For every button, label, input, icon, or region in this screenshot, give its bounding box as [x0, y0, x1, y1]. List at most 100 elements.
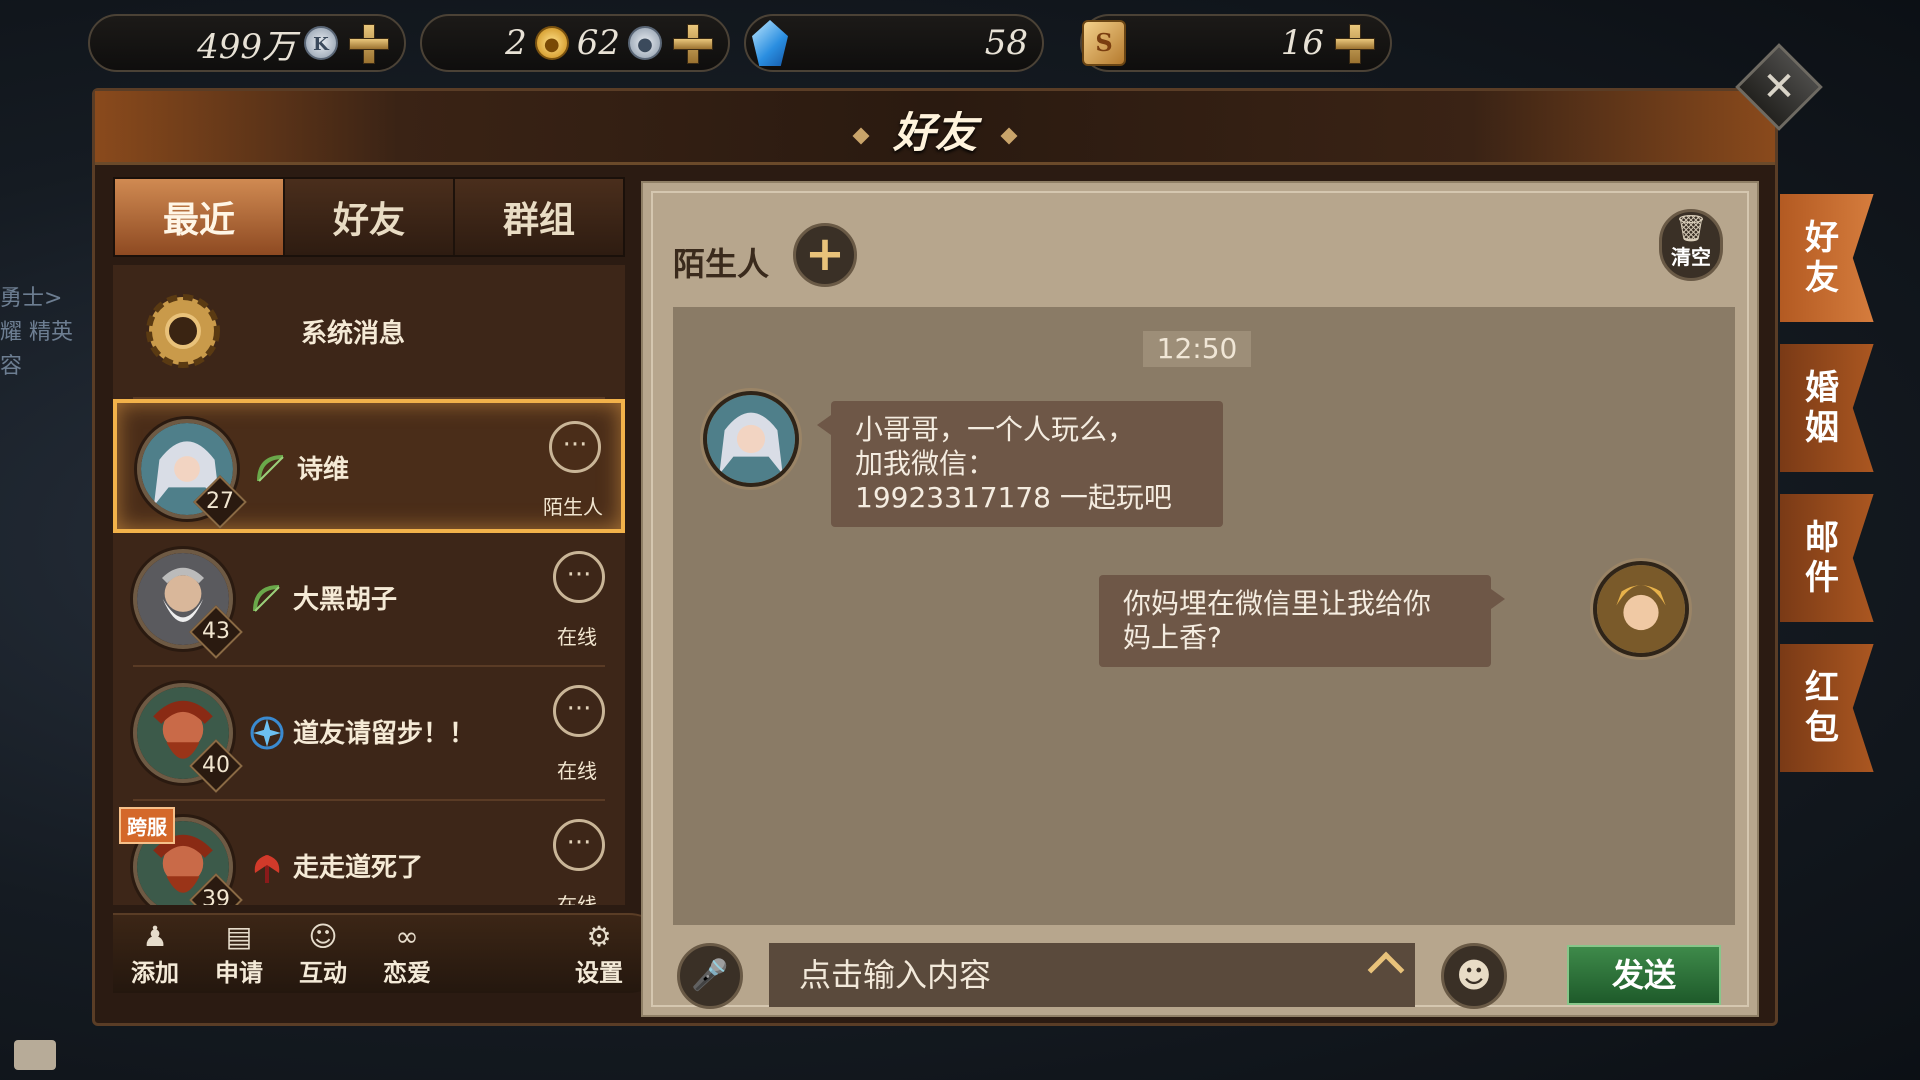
incoming-message: 小哥哥，一个人玩么， 加我微信： 19923317178 一起玩吧 [817, 401, 1223, 527]
diamond-gem-icon [752, 20, 788, 66]
ticket-scroll-icon: S [1082, 20, 1126, 66]
friends-panel: 好友 最近 好友 群组 系统消息 27 诗维 ··· 陌生人 43 大黑胡子 ·… [92, 88, 1778, 1026]
more-options-button[interactable]: ··· [553, 819, 605, 871]
side-tab-label: 婚姻 [1805, 368, 1839, 448]
peek-line: 勇士> [0, 286, 63, 311]
message-input[interactable] [769, 943, 1415, 1007]
message-history[interactable]: 12:50 小哥哥，一个人玩么， 加我微信： 19923317178 一起玩吧 … [673, 307, 1735, 925]
message-line: 加我微信： [855, 447, 996, 480]
add-user-icon: ♟ [142, 919, 168, 953]
friends-toolbar: ♟ 添加 ▤ 申请 ☺ 互动 ∞ 恋爱 ⚙ 设置 [113, 913, 669, 993]
add-tickets-button[interactable] [1332, 21, 1376, 65]
side-tab-mail[interactable]: 邮件 [1780, 494, 1874, 622]
contact-list[interactable]: 系统消息 27 诗维 ··· 陌生人 43 大黑胡子 ··· 在线 40 道友请… [113, 265, 625, 905]
more-options-button[interactable]: ··· [549, 421, 601, 473]
microphone-icon[interactable]: 🎤 [677, 943, 743, 1009]
rings-icon: ∞ [395, 919, 419, 953]
more-options-button[interactable]: ··· [553, 551, 605, 603]
level-value: 43 [202, 619, 230, 644]
gold-coin-icon: ● [534, 26, 569, 60]
chat-area: 陌生人 + 🗑 清空 12:50 小哥哥，一个人玩么， 加我微信： 199233… [641, 181, 1759, 1017]
tickets-value: 16 [1280, 23, 1324, 63]
system-messages-row[interactable]: 系统消息 [113, 265, 625, 399]
list-item-contact[interactable]: 40 道友请留步！！ ··· 在线 [113, 667, 625, 801]
peek-line: 容 [0, 354, 23, 379]
emoji-icon[interactable]: ☻ [1441, 943, 1507, 1009]
system-messages-label: 系统消息 [301, 319, 406, 349]
silver-coin-icon: ● [628, 26, 662, 60]
k-coin-icon: K [304, 26, 338, 60]
avatar [703, 391, 799, 487]
bow-icon [257, 455, 284, 482]
contact-tabs: 最近 好友 群组 [113, 177, 625, 257]
message-timestamp: 12:50 [1143, 331, 1251, 367]
people-icon: ☺ [308, 919, 338, 953]
add-gold-button[interactable] [670, 21, 714, 65]
gold-silver-counter: 2 ● 62 ● [420, 14, 730, 72]
add-friend-label: 添加 [131, 958, 179, 987]
add-coins-button[interactable] [346, 21, 390, 65]
panel-title: 好友 [892, 108, 977, 157]
list-item-contact[interactable]: 43 大黑胡子 ··· 在线 [113, 533, 625, 667]
tab-recent[interactable]: 最近 [115, 179, 285, 255]
silver-value: 62 [576, 23, 620, 63]
message-line: 小哥哥，一个人玩么， [855, 413, 1136, 446]
settings-label: 设置 [575, 958, 623, 987]
contact-status: 陌生人 [543, 495, 603, 519]
chat-input-row: 🎤 ☻ 发送 [673, 939, 1735, 1013]
settings-button[interactable]: ⚙ 设置 [557, 919, 641, 988]
add-friend-button[interactable]: ♟ 添加 [113, 919, 197, 988]
chat-partner-relation: 陌生人 [673, 245, 770, 283]
coins-value: 499万 [197, 26, 296, 67]
side-tab-red-packet[interactable]: 红包 [1780, 644, 1874, 772]
requests-label: 申请 [215, 958, 263, 987]
outgoing-message: 你妈埋在微信里让我给你 妈上香? [1099, 575, 1505, 667]
mage-star-icon [250, 716, 284, 750]
romance-label: 恋爱 [383, 958, 431, 987]
axe-icon [254, 855, 280, 883]
romance-button[interactable]: ∞ 恋爱 [365, 919, 449, 988]
contact-name: 大黑胡子 [293, 585, 398, 615]
gear-icon: ⚙ [586, 919, 612, 953]
requests-button[interactable]: ▤ 申请 [197, 919, 281, 988]
add-friend-plus-button[interactable]: + [793, 223, 857, 287]
gems-value: 58 [984, 23, 1028, 63]
coins-counter: 499万 K [88, 14, 406, 72]
contact-status: 在线 [557, 893, 597, 905]
level-value: 40 [202, 753, 230, 778]
chat-bubble-icon[interactable] [14, 1040, 56, 1070]
list-item-contact[interactable]: 跨服 39 走走道死了 ··· 在线 [113, 801, 625, 905]
list-item-contact[interactable]: 27 诗维 ··· 陌生人 [113, 399, 625, 533]
side-tab-friends[interactable]: 好友 [1780, 194, 1874, 322]
clear-chat-button[interactable]: 🗑 清空 [1659, 209, 1723, 281]
background-world-text: 勇士> 耀 精英 容 [0, 282, 73, 384]
side-tab-label: 邮件 [1805, 518, 1839, 598]
gems-counter: 58 [744, 14, 1044, 72]
level-value: 27 [206, 489, 234, 514]
message-line: 19923317178 一起玩吧 [855, 481, 1172, 514]
gold-value: 2 [505, 23, 527, 63]
interact-label: 互动 [299, 958, 347, 987]
side-tab-marriage[interactable]: 婚姻 [1780, 344, 1874, 472]
side-tab-label: 好友 [1805, 218, 1839, 298]
interact-button[interactable]: ☺ 互动 [281, 919, 365, 988]
message-line: 你妈埋在微信里让我给你 [1123, 587, 1432, 620]
side-tab-label: 红包 [1805, 668, 1839, 748]
contacts-column: 最近 好友 群组 系统消息 27 诗维 ··· 陌生人 43 大黑胡子 ··· … [103, 171, 669, 1021]
contact-status: 在线 [557, 625, 597, 649]
request-document-icon: ▤ [225, 919, 253, 953]
chat-frame: 陌生人 + 🗑 清空 12:50 小哥哥，一个人玩么， 加我微信： 199233… [651, 191, 1749, 1009]
level-value: 39 [202, 887, 230, 905]
tab-friends[interactable]: 好友 [285, 179, 455, 255]
title-ornament-icon [852, 127, 870, 145]
cross-server-badge: 跨服 [119, 807, 175, 844]
gear-icon [146, 294, 220, 368]
more-options-button[interactable]: ··· [553, 685, 605, 737]
bow-icon [253, 585, 280, 612]
tab-groups[interactable]: 群组 [455, 179, 623, 255]
panel-header: 好友 [95, 91, 1775, 165]
clear-chat-label: 清空 [1671, 245, 1711, 269]
contact-name: 走走道死了 [293, 853, 424, 883]
contact-status: 在线 [557, 759, 597, 783]
send-button[interactable]: 发送 [1567, 945, 1721, 1005]
